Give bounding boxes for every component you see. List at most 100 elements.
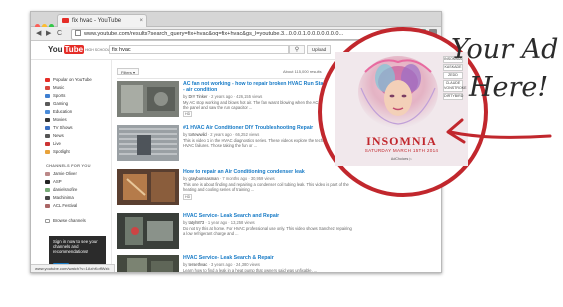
sidebar-channel-item[interactable]: Machinima: [45, 195, 74, 200]
ad-lineup-item: ZEDD: [443, 72, 463, 79]
ad-lineup-item: KASKADE: [443, 64, 463, 71]
sidebar-item-spotlight[interactable]: Spotlight: [45, 149, 70, 154]
tab-title: fix hvac - YouTube: [72, 18, 122, 24]
result-channel[interactable]: tortewwild: [188, 132, 206, 137]
result-item[interactable]: HVAC Service- Leak Search & Repair by te…: [117, 255, 357, 273]
sidebar-item-label: ACL Festival: [53, 203, 78, 208]
hd-badge: HD: [183, 111, 193, 117]
sidebar-item-label: danielsnofire: [53, 187, 78, 192]
result-description: Learn how to find a leak in a heat pump …: [183, 268, 318, 273]
sidebar-channel-item[interactable]: ACL Festival: [45, 203, 77, 208]
sidebar-item-label: Education: [53, 109, 73, 114]
result-description: Do not try this at home. For HVAC profes…: [183, 226, 352, 236]
result-meta: by DIY Tinker · 2 years ago · 426,155 vi…: [183, 94, 263, 99]
search-icon: ⚲: [294, 47, 300, 53]
video-thumbnail[interactable]: [117, 169, 179, 205]
channel-avatar-icon: [45, 180, 50, 184]
browser-tab[interactable]: fix hvac - YouTube ×: [57, 14, 147, 27]
sidebar-item-sports[interactable]: Sports: [45, 93, 65, 98]
sidebar-item-gaming[interactable]: Gaming: [45, 101, 68, 106]
sidebar-item-live[interactable]: Live: [45, 141, 61, 146]
music-icon: [45, 86, 50, 90]
sidebar-channel-item[interactable]: ASP: [45, 179, 62, 184]
video-thumbnail[interactable]: [117, 125, 179, 161]
channel-avatar-icon: [45, 172, 50, 176]
page-info-icon: [75, 30, 81, 36]
status-bar: www.youtube.com/watch?v=1AxhKoffWzk: [31, 264, 115, 272]
sidebar-item-popular[interactable]: Popular on YouTube: [45, 77, 92, 82]
sidebar-channel-item[interactable]: Jamie Oliver: [45, 171, 77, 176]
sidebar-item-movies[interactable]: Movies: [45, 117, 67, 122]
sidebar-item-label: Browse channels: [53, 218, 86, 223]
ad-lineup-item: CLAUDE VONSTROKE: [443, 80, 467, 92]
address-url: www.youtube.com/results?search_query=fix…: [84, 31, 344, 37]
result-meta: by tersethvac · 3 years ago · 24,380 vie…: [183, 262, 260, 267]
sidebar-item-label: Live: [53, 141, 61, 146]
result-channel[interactable]: tatyh873: [188, 220, 204, 225]
sidebar-item-music[interactable]: Music: [45, 85, 64, 90]
back-icon[interactable]: ◀: [36, 29, 41, 38]
channels-heading: CHANNELS FOR YOU: [46, 163, 91, 168]
filters-button[interactable]: Filters ▾: [117, 68, 139, 75]
sidebar-item-label: Machinima: [53, 195, 74, 200]
sidebar-item-label: Gaming: [53, 101, 69, 106]
sidebar-item-label: Popular on YouTube: [53, 77, 92, 82]
youtube-logo[interactable]: You Tube HIGH SCHOOL: [48, 45, 110, 55]
sidebar-item-label: Movies: [53, 117, 67, 122]
result-channel[interactable]: DIY Tinker: [188, 94, 207, 99]
address-bar[interactable]: www.youtube.com/results?search_query=fix…: [71, 29, 393, 40]
results-divider: [117, 78, 351, 79]
tab-strip: fix hvac - YouTube ×: [31, 12, 441, 29]
upload-button[interactable]: Upload: [307, 45, 331, 54]
logo-tube: Tube: [63, 45, 85, 54]
video-thumbnail[interactable]: [117, 255, 179, 272]
result-channel[interactable]: tersethvac: [188, 262, 207, 267]
video-thumbnail[interactable]: [117, 81, 179, 117]
promo-text: Sign in now to see your channels and rec…: [53, 239, 98, 255]
add-circle-icon: [45, 219, 50, 223]
annotation-line-2: Here!: [469, 72, 549, 103]
result-meta: by graybumsasman · 7 months ago · 30,959…: [183, 176, 275, 181]
tab-close-icon[interactable]: ×: [139, 15, 143, 27]
result-item[interactable]: HVAC Service- Leak Search and Repair by …: [117, 213, 357, 251]
search-button[interactable]: ⚲: [289, 45, 305, 54]
result-stats: · 2 years ago · 426,155 views: [207, 94, 263, 99]
result-meta: by tatyh873 · 1 year ago · 13,258 views: [183, 220, 255, 225]
sidebar-item-label: Jamie Oliver: [53, 171, 77, 176]
sidebar-item-education[interactable]: Education: [45, 109, 72, 114]
video-thumbnail[interactable]: [117, 213, 179, 249]
browse-channels-link[interactable]: Browse channels: [45, 218, 86, 223]
result-stats: · 7 months ago · 30,959 views: [218, 176, 275, 181]
forward-icon[interactable]: ▶: [46, 29, 51, 38]
search-input[interactable]: fix hvac: [109, 45, 289, 54]
sidebar-item-label: ASP: [53, 179, 62, 184]
news-icon: [45, 134, 50, 138]
sidebar-item-label: News: [53, 133, 64, 138]
tv-icon: [45, 126, 50, 130]
reload-icon[interactable]: C: [57, 29, 62, 38]
result-title[interactable]: HVAC Service- Leak Search & Repair: [183, 255, 355, 261]
result-stats: · 3 years ago · 24,380 views: [207, 262, 260, 267]
movies-icon: [45, 118, 50, 122]
result-item[interactable]: How to repair an Air Conditioning conden…: [117, 169, 357, 207]
sidebar-item-label: TV Shows: [53, 125, 73, 130]
annotation-line-1: Your Ad: [451, 34, 559, 65]
result-meta: by tortewwild · 2 years ago · 66,252 vie…: [183, 132, 260, 137]
channel-avatar-icon: [45, 204, 50, 208]
thumbnail-image: [117, 169, 179, 205]
result-stats: · 1 year ago · 13,258 views: [204, 220, 255, 225]
result-title[interactable]: How to repair an Air Conditioning conden…: [183, 169, 355, 175]
result-title[interactable]: HVAC Service- Leak Search and Repair: [183, 213, 355, 219]
annotation-arrow: [446, 118, 552, 144]
result-channel[interactable]: graybumsasman: [188, 176, 218, 181]
sidebar-channel-item[interactable]: danielsnofire: [45, 187, 77, 192]
sidebar-item-tv-shows[interactable]: TV Shows: [45, 125, 73, 130]
result-count: About 115,000 results: [283, 69, 322, 74]
result-stats: · 2 years ago · 66,252 views: [206, 132, 260, 137]
education-icon: [45, 110, 50, 114]
channel-avatar-icon: [45, 188, 50, 192]
hd-badge: HD: [183, 194, 193, 200]
sidebar-item-news[interactable]: News: [45, 133, 64, 138]
guide-sidebar: Popular on YouTube Music Sports Gaming E…: [31, 60, 112, 272]
live-icon: [45, 142, 50, 146]
